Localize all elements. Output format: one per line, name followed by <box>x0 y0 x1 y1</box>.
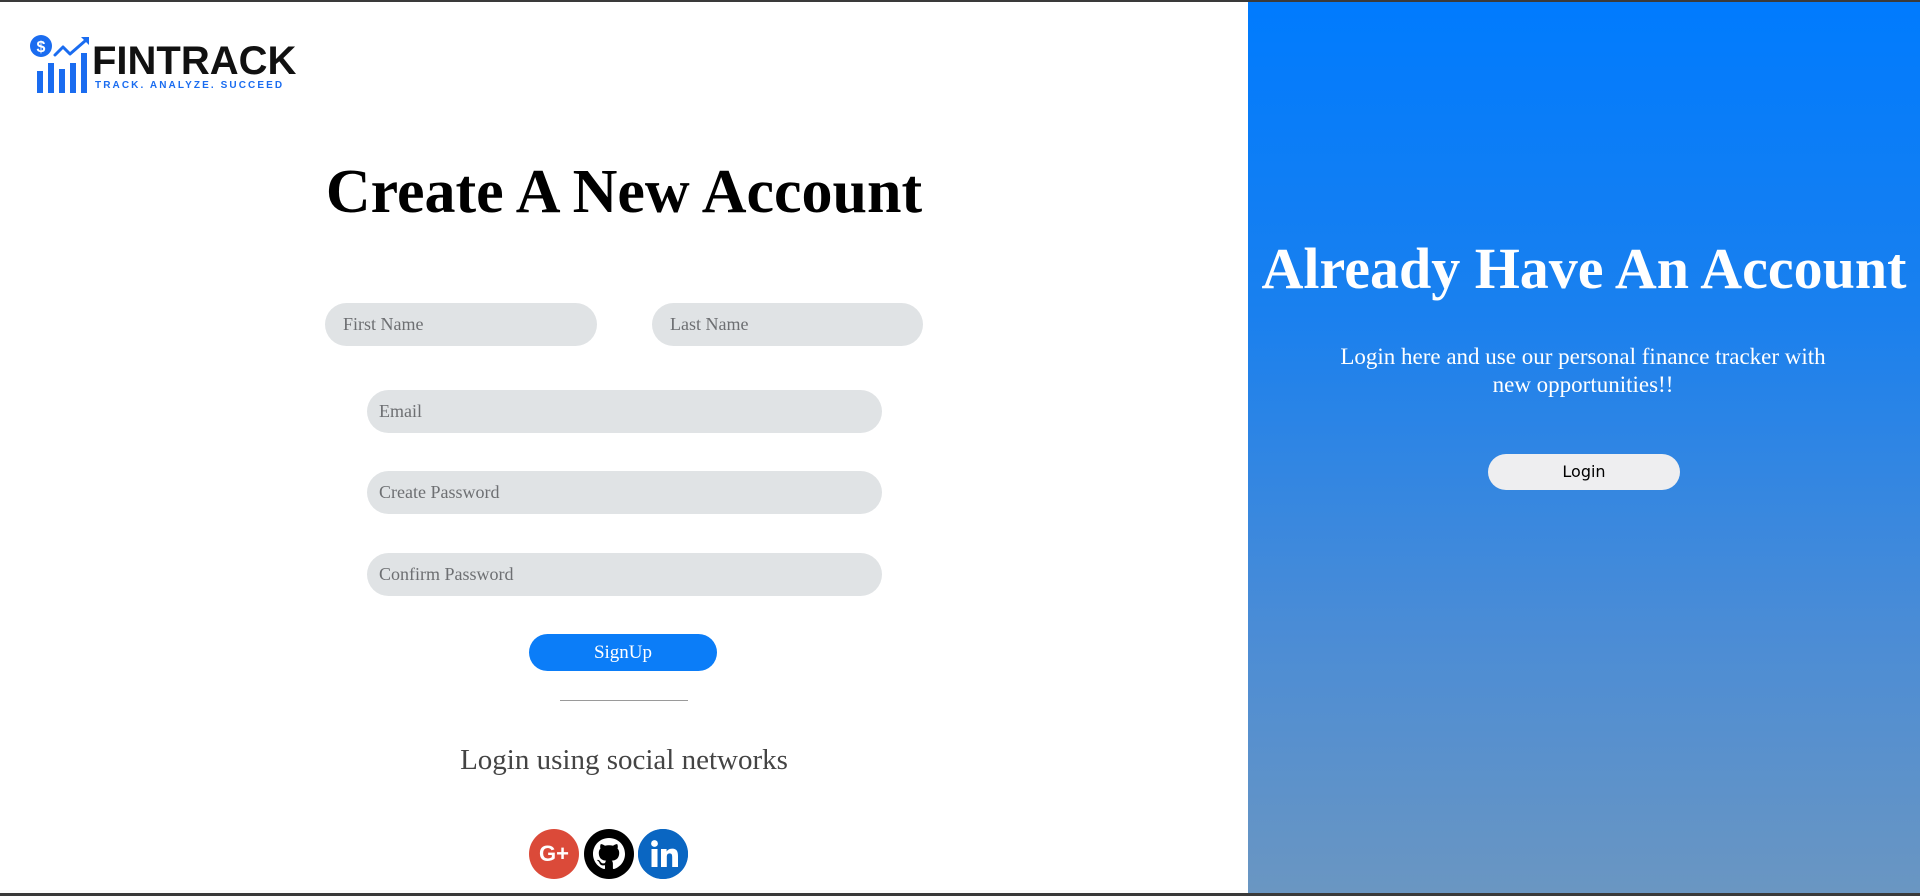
github-login-button[interactable] <box>584 829 634 879</box>
brand-name: FINTRACK <box>92 39 297 83</box>
page-title: Create A New Account <box>325 158 923 226</box>
email-field[interactable] <box>367 390 882 433</box>
svg-text:$: $ <box>37 39 46 56</box>
brand-logo[interactable]: $ FINTRACK TRACK. ANALYZE. SUCCEED <box>29 33 304 95</box>
login-panel: Already Have An Account Login here and u… <box>1248 2 1920 893</box>
login-panel-title: Already Have An Account <box>1261 236 1907 301</box>
github-icon <box>584 829 634 879</box>
google-plus-icon: G+ <box>539 841 569 866</box>
dollar-chart-icon: $ <box>30 35 89 93</box>
social-login-heading: Login using social networks <box>460 744 788 776</box>
linkedin-login-button[interactable] <box>638 829 688 879</box>
login-panel-description: Login here and use our personal finance … <box>1340 344 1826 397</box>
divider <box>560 700 688 701</box>
signup-button[interactable]: SignUp <box>529 634 717 671</box>
page: $ FINTRACK TRACK. ANALYZE. SUCCEED Creat… <box>0 0 1920 896</box>
login-button[interactable]: Login <box>1488 454 1680 490</box>
brand-tagline: TRACK. ANALYZE. SUCCEED <box>95 80 285 91</box>
first-name-field[interactable] <box>325 303 597 346</box>
last-name-field[interactable] <box>652 303 923 346</box>
signup-panel: $ FINTRACK TRACK. ANALYZE. SUCCEED Creat… <box>0 2 1248 893</box>
linkedin-icon <box>638 829 688 879</box>
google-plus-login-button[interactable]: G+ <box>529 829 579 879</box>
confirm-password-field[interactable] <box>367 553 882 596</box>
create-password-field[interactable] <box>367 471 882 514</box>
